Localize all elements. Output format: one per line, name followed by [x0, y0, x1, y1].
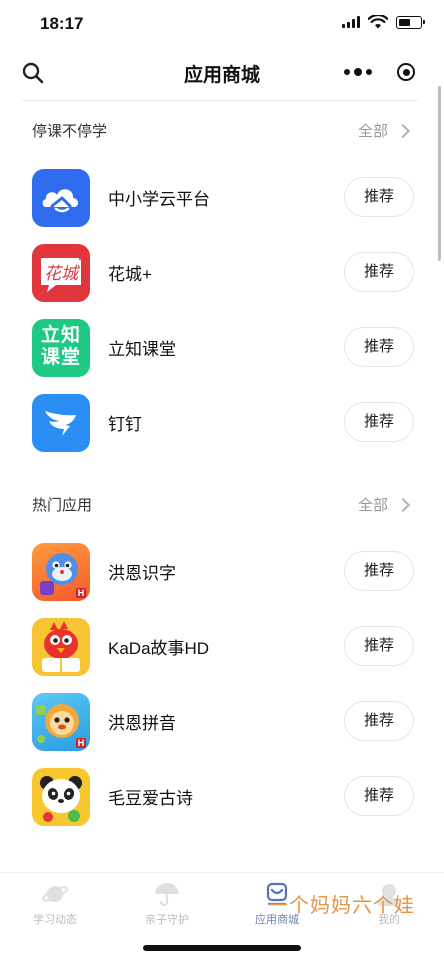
app-row[interactable]: H 洪恩拼音 推荐: [32, 693, 414, 751]
section-header-hot-apps: 热门应用 全部: [32, 494, 411, 518]
svg-text:+: +: [76, 248, 85, 265]
section-title: 停课不停学: [32, 123, 108, 140]
recommend-button[interactable]: 推荐: [344, 252, 414, 292]
dingtalk-icon: [32, 394, 90, 452]
app-row[interactable]: 立知课堂 立知课堂 推荐: [32, 319, 414, 377]
tab-learning-updates[interactable]: 学习动态: [10, 881, 100, 927]
signal-icon: [342, 16, 360, 28]
scrollbar[interactable]: [438, 86, 441, 261]
close-miniprogram-icon[interactable]: [382, 56, 430, 88]
see-all-label: 全部: [357, 123, 388, 140]
planet-icon: [42, 886, 68, 902]
chevron-right-icon: [395, 497, 411, 512]
panda-mascot-icon: [32, 768, 90, 826]
app-row[interactable]: 花城 + 花城+ 推荐: [32, 244, 414, 302]
app-row[interactable]: 毛豆爱古诗 推荐: [32, 768, 414, 826]
status-bar: 18:17: [0, 0, 444, 48]
tiger-mascot-icon: H: [32, 543, 90, 601]
app-name: 毛豆爱古诗: [108, 789, 193, 808]
app-name: 中小学云平台: [108, 190, 210, 209]
recommend-button[interactable]: 推荐: [344, 626, 414, 666]
lion-mascot-icon: H: [32, 693, 90, 751]
app-name: 立知课堂: [108, 340, 176, 359]
status-time: 18:17: [40, 14, 84, 33]
app-row[interactable]: 中小学云平台 推荐: [32, 169, 414, 227]
lizhi-icon-text: 立知课堂: [40, 325, 81, 368]
recommend-button[interactable]: 推荐: [344, 701, 414, 741]
bird-mascot-icon: [32, 618, 90, 676]
huacheng-icon: 花城 +: [32, 244, 90, 302]
app-name: 钉钉: [108, 415, 142, 434]
app-name: 花城+: [108, 265, 152, 284]
mini-program-capsule: [334, 56, 430, 88]
chevron-right-icon: [395, 123, 411, 138]
section-header-suspended-classes: 停课不停学 全部: [32, 120, 411, 144]
recommend-button[interactable]: 推荐: [344, 402, 414, 442]
svg-text:H: H: [78, 588, 85, 598]
status-icons: [342, 15, 425, 29]
section-title: 热门应用: [32, 497, 93, 514]
battery-icon: [396, 15, 425, 29]
tab-parental-guard[interactable]: 亲子守护: [122, 881, 212, 927]
see-all-link[interactable]: 全部: [357, 120, 411, 141]
recommend-button[interactable]: 推荐: [344, 327, 414, 367]
see-all-label: 全部: [357, 497, 388, 514]
lizhi-icon: 立知课堂: [32, 319, 90, 377]
recommend-button[interactable]: 推荐: [344, 551, 414, 591]
umbrella-icon: [155, 883, 179, 907]
header-divider: [22, 100, 418, 101]
app-row[interactable]: 钉钉 推荐: [32, 394, 414, 452]
app-row[interactable]: H 洪恩识字 推荐: [32, 543, 414, 601]
app-name: 洪恩拼音: [108, 714, 176, 733]
app-name: KaDa故事HD: [108, 639, 210, 658]
tab-label: 学习动态: [33, 914, 77, 926]
cloud-book-icon: [32, 169, 90, 227]
app-name: 洪恩识字: [108, 564, 176, 583]
watermark-text: 一个妈妈六个娃: [268, 895, 415, 917]
see-all-link[interactable]: 全部: [357, 494, 411, 515]
tab-label: 亲子守护: [145, 914, 189, 926]
more-menu-icon[interactable]: [334, 56, 382, 88]
wifi-icon: [368, 15, 388, 29]
huacheng-icon-text: 花城: [44, 264, 81, 283]
svg-text:H: H: [78, 738, 85, 748]
home-indicator[interactable]: [143, 945, 301, 951]
nav-bar: 应用商城: [0, 48, 444, 96]
recommend-button[interactable]: 推荐: [344, 177, 414, 217]
recommend-button[interactable]: 推荐: [344, 776, 414, 816]
app-row[interactable]: KaDa故事HD 推荐: [32, 618, 414, 676]
